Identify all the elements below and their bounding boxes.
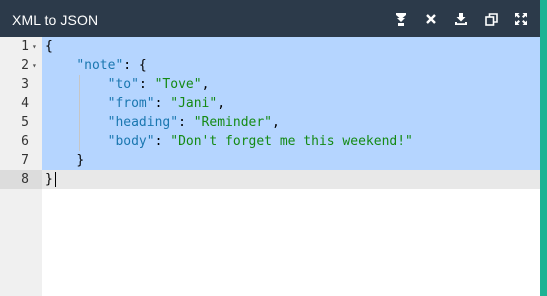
json-editor[interactable]: 1 ▾ 2 ▾ 3 4 5 6 7 8 { "note": { "to": "Tove", "fr…	[0, 37, 540, 296]
json-punctuation: :	[154, 134, 171, 149]
gutter-line: 5	[0, 113, 42, 132]
json-string: "Don't forget me this weekend!"	[170, 134, 413, 149]
json-string: "Jani"	[170, 96, 218, 111]
close-icon	[426, 14, 436, 24]
format-button[interactable]	[392, 10, 410, 28]
code-line: "note": {	[42, 56, 540, 75]
line-number: 6	[21, 134, 29, 149]
line-number: 5	[21, 115, 29, 130]
line-number: 7	[21, 153, 29, 168]
code-line: "body": "Don't forget me this weekend!"	[42, 132, 540, 151]
json-punctuation: :	[154, 96, 171, 111]
gutter-line: 1 ▾	[0, 37, 42, 56]
json-punctuation: ,	[217, 96, 226, 111]
fold-toggle-icon[interactable]: ▾	[32, 56, 37, 75]
download-icon	[455, 13, 467, 25]
json-string: "Tove"	[154, 77, 202, 92]
gutter-line: 6	[0, 132, 42, 151]
json-key: "heading"	[107, 115, 179, 130]
format-icon	[396, 12, 406, 26]
indent-guide	[79, 75, 81, 151]
code-line: }	[42, 170, 540, 189]
code-line: "from": "Jani",	[42, 94, 540, 113]
text-cursor	[54, 172, 56, 187]
json-punctuation: }	[76, 153, 85, 168]
code-line: "to": "Tove",	[42, 75, 540, 94]
download-button[interactable]	[452, 10, 470, 28]
gutter-line: 3	[0, 75, 42, 94]
editor-toolbar	[380, 10, 530, 28]
json-punctuation: : {	[123, 58, 147, 73]
line-number-gutter: 1 ▾ 2 ▾ 3 4 5 6 7 8	[0, 37, 42, 296]
gutter-line: 2 ▾	[0, 56, 42, 75]
gutter-line: 7	[0, 151, 42, 170]
json-punctuation: ,	[201, 77, 210, 92]
code-line: }	[42, 151, 540, 170]
line-number: 4	[21, 96, 29, 111]
panel-title: XML to JSON	[12, 12, 99, 28]
line-number: 1	[21, 39, 29, 54]
code-content[interactable]: { "note": { "to": "Tove", "from": "Jani"…	[42, 37, 540, 296]
line-number: 2	[21, 58, 29, 73]
line-number: 3	[21, 77, 29, 92]
expand-icon	[515, 13, 527, 25]
json-punctuation: :	[138, 77, 155, 92]
xml-to-json-panel: XML to JSON 1 ▾ 2 ▾ 3 4 5 6 7 8 {"note"…	[0, 0, 540, 296]
json-punctuation: }	[45, 172, 53, 187]
json-key: "body"	[107, 134, 155, 149]
fold-toggle-icon[interactable]: ▾	[32, 37, 37, 56]
gutter-line: 4	[0, 94, 42, 113]
code-line: "heading": "Reminder",	[42, 113, 540, 132]
code-line: {	[42, 37, 540, 56]
json-key: "from"	[107, 96, 155, 111]
json-string: "Reminder"	[193, 115, 273, 130]
fullscreen-button[interactable]	[512, 10, 530, 28]
json-punctuation: {	[45, 39, 53, 54]
gutter-line: 8	[0, 170, 42, 189]
json-punctuation: :	[178, 115, 194, 130]
title-bar: XML to JSON	[0, 0, 540, 37]
json-punctuation: ,	[272, 115, 280, 130]
copy-icon	[484, 12, 498, 26]
json-key: "note"	[76, 58, 124, 73]
clear-button[interactable]	[422, 10, 440, 28]
line-number: 8	[21, 172, 29, 187]
copy-button[interactable]	[482, 10, 500, 28]
json-key: "to"	[107, 77, 139, 92]
